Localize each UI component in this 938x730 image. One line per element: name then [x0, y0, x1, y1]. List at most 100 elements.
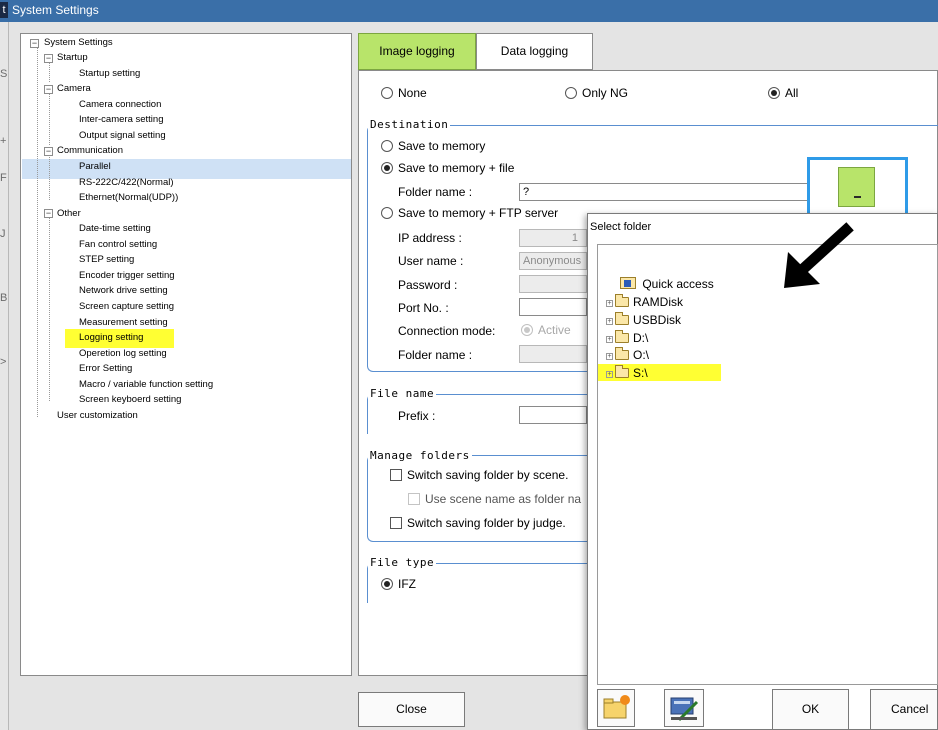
folder-tree[interactable]: [597, 244, 938, 685]
folder-icon: [615, 294, 629, 307]
user-name-field[interactable]: Anonymous: [519, 252, 587, 270]
tree-item-rs-222c[interactable]: RS-222C/422(Normal): [77, 177, 176, 190]
tree-item-communication[interactable]: Communication: [55, 145, 125, 158]
tree-item-date-time-setting[interactable]: Date-time setting: [77, 223, 153, 236]
tree-item-camera[interactable]: Camera: [55, 83, 93, 96]
manage-folders-title: Manage folders: [368, 449, 472, 462]
tree-item-encoder-trigger-setting[interactable]: Encoder trigger setting: [77, 270, 177, 283]
new-folder-icon: [603, 695, 630, 719]
strip-glyph: >: [0, 356, 7, 368]
tree-item-logging-setting[interactable]: Logging setting: [77, 332, 145, 345]
tab-data-logging[interactable]: Data logging: [476, 33, 593, 70]
radio-save-to-memory-file[interactable]: Save to memory + file: [381, 161, 514, 175]
expand-icon: +: [606, 300, 613, 307]
tree-item-macro-setting[interactable]: Macro / variable function setting: [77, 379, 215, 392]
radio-save-to-memory-ftp[interactable]: Save to memory + FTP server: [381, 206, 558, 220]
file-type-title: File type: [368, 556, 437, 569]
new-folder-button[interactable]: [597, 689, 635, 727]
tree-item-user-customization[interactable]: User customization: [55, 410, 140, 423]
tree-item-operation-log-setting[interactable]: Operetion log setting: [77, 348, 169, 361]
dialog-title: Select folder: [590, 221, 652, 233]
checkbox-icon: [390, 469, 402, 481]
connection-mode-label: Connection mode:: [398, 324, 496, 338]
radio-only-ng[interactable]: Only NG: [565, 86, 628, 100]
tree-item-network-drive-setting[interactable]: Network drive setting: [77, 285, 170, 298]
window-title: System Settings: [12, 3, 99, 17]
strip-glyph: S: [0, 68, 8, 80]
radio-ifz[interactable]: IFZ: [381, 577, 416, 591]
radio-save-to-memory[interactable]: Save to memory: [381, 139, 485, 153]
tree-item-startup-setting[interactable]: Startup setting: [77, 68, 142, 81]
expand-toggle-icon[interactable]: −: [44, 209, 53, 218]
radio-icon: [381, 140, 393, 152]
expand-icon: +: [606, 353, 613, 360]
folder-icon: [615, 330, 629, 343]
radio-selected-icon: [381, 578, 393, 590]
edit-button[interactable]: [664, 689, 704, 727]
prefix-field[interactable]: [519, 406, 587, 424]
folder-name-label: Folder name :: [398, 185, 473, 199]
user-name-label: User name :: [398, 254, 464, 268]
folder-ramdisk[interactable]: + RAMDisk: [606, 294, 683, 310]
arrow-down-left-icon: [784, 222, 854, 288]
tree-item-inter-camera-setting[interactable]: Inter-camera setting: [77, 114, 165, 127]
quick-access-icon: [620, 277, 636, 289]
cancel-button[interactable]: Cancel: [870, 689, 938, 730]
tree-item-parallel[interactable]: Parallel: [77, 161, 113, 174]
tree-item-other[interactable]: Other: [55, 208, 83, 221]
expand-toggle-icon[interactable]: −: [44, 54, 53, 63]
tree-item-error-setting[interactable]: Error Setting: [77, 363, 134, 376]
radio-selected-icon: [768, 87, 780, 99]
ftp-folder-name-field[interactable]: [519, 345, 587, 363]
folder-s-drive[interactable]: + S:\: [606, 365, 648, 381]
folder-o-drive[interactable]: + O:\: [606, 347, 649, 363]
radio-selected-icon: [521, 324, 533, 336]
tree-item-startup[interactable]: Startup: [55, 52, 90, 65]
ip-address-field[interactable]: 1: [519, 229, 587, 247]
folder-icon: [615, 347, 629, 360]
radio-all[interactable]: All: [768, 86, 798, 100]
settings-tree[interactable]: − − − − − System Settings Startup Startu…: [20, 33, 352, 676]
tree-item-system-settings[interactable]: System Settings: [42, 37, 115, 50]
password-label: Password :: [398, 278, 458, 292]
tree-item-measurement-setting[interactable]: Measurement setting: [77, 317, 170, 330]
checkbox-switch-by-scene[interactable]: Switch saving folder by scene.: [390, 468, 568, 482]
folder-quick-access[interactable]: Quick access: [620, 276, 714, 292]
ip-address-label: IP address :: [398, 231, 462, 245]
ftp-folder-name-label: Folder name :: [398, 348, 473, 362]
expand-toggle-icon[interactable]: −: [44, 147, 53, 156]
tree-item-ethernet[interactable]: Ethernet(Normal(UDP)): [77, 192, 180, 205]
tree-item-fan-control-setting[interactable]: Fan control setting: [77, 239, 159, 252]
title-bar: t System Settings: [0, 0, 938, 22]
tree-item-screen-keyboard-setting[interactable]: Screen keyboerd setting: [77, 394, 183, 407]
expand-toggle-icon[interactable]: −: [30, 39, 39, 48]
port-no-field[interactable]: [519, 298, 587, 316]
radio-active[interactable]: Active: [521, 323, 571, 337]
radio-icon: [565, 87, 577, 99]
destination-title: Destination: [368, 118, 451, 131]
tree-item-step-setting[interactable]: STEP setting: [77, 254, 136, 267]
strip-glyph: F: [0, 172, 7, 184]
radio-icon: [381, 207, 393, 219]
checkbox-icon: [390, 517, 402, 529]
strip-glyph: B: [0, 292, 8, 304]
close-button[interactable]: Close: [358, 692, 465, 727]
radio-none[interactable]: None: [381, 86, 427, 100]
radio-icon: [381, 87, 393, 99]
expand-toggle-icon[interactable]: −: [44, 85, 53, 94]
radio-selected-icon: [381, 162, 393, 174]
file-name-title: File name: [368, 387, 437, 400]
ok-button[interactable]: OK: [772, 689, 849, 730]
tree-item-screen-capture-setting[interactable]: Screen capture setting: [77, 301, 176, 314]
folder-name-field[interactable]: ?: [519, 183, 810, 201]
folder-d-drive[interactable]: + D:\: [606, 330, 648, 346]
checkbox-switch-by-judge[interactable]: Switch saving folder by judge.: [390, 516, 566, 530]
tree-item-output-signal-setting[interactable]: Output signal setting: [77, 130, 168, 143]
tree-item-camera-connection[interactable]: Camera connection: [77, 99, 163, 112]
password-field[interactable]: [519, 275, 587, 293]
checkbox-use-scene-name[interactable]: Use scene name as folder na: [408, 492, 581, 506]
expand-icon: +: [606, 318, 613, 325]
strip-glyph: +: [0, 135, 7, 147]
tab-image-logging[interactable]: Image logging: [358, 33, 476, 70]
folder-usbdisk[interactable]: + USBDisk: [606, 312, 681, 328]
